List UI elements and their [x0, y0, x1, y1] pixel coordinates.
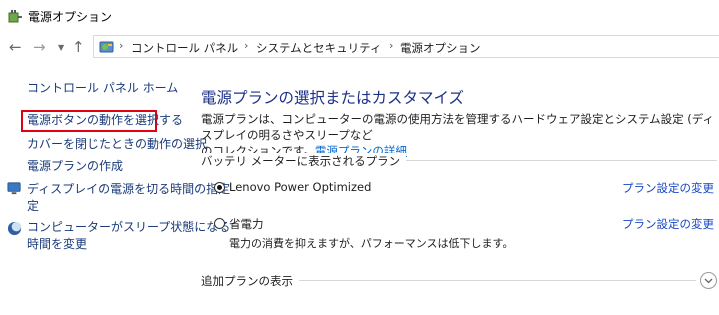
breadcrumb-separator-icon: › [119, 39, 124, 52]
breadcrumb-separator-icon: › [244, 39, 249, 52]
plan-name-power-saver[interactable]: 省電力 [229, 216, 264, 232]
breadcrumb-separator-icon: › [389, 39, 394, 52]
sidebar-item-create-plan[interactable]: 電源プランの作成 [27, 158, 123, 175]
sidebar-item-power-button[interactable]: 電源ボタンの動作を選択する [27, 112, 183, 129]
show-more-plans-label[interactable]: 追加プランの表示 [201, 273, 299, 289]
breadcrumb-system-security[interactable]: システムとセキュリティ [256, 40, 381, 56]
sidebar-control-panel-home[interactable]: コントロール パネル ホーム [27, 80, 178, 97]
change-plan-settings-link[interactable]: プラン設定の変更 [622, 180, 714, 196]
display-icon [7, 182, 21, 195]
description: 電源プランは、コンピューターの電源の使用方法を管理するハードウェア設定とシステム… [201, 111, 717, 159]
sidebar-item-display-off[interactable]: ディスプレイの電源を切る時間の指定 [27, 181, 230, 198]
battery-meter-group-label: バッテリ メーターに表示されるプラン [201, 153, 407, 169]
address-bar[interactable]: › コントロール パネル › システムとセキュリティ › 電源オプション [93, 35, 719, 58]
sidebar-item-lid-action[interactable]: カバーを閉じたときの動作の選択 [27, 136, 207, 153]
expand-more-plans-button[interactable] [700, 272, 717, 289]
plan-desc-power-saver: 電力の消費を抑えますが、パフォーマンスは低下します。 [229, 237, 514, 250]
change-plan-settings-link[interactable]: プラン設定の変更 [622, 216, 714, 232]
sidebar-item-display-off-cont[interactable]: 定 [27, 198, 39, 215]
page-title: 電源プランの選択またはカスタマイズ [201, 89, 465, 107]
power-options-icon [8, 10, 22, 23]
sidebar-item-sleep-time[interactable]: コンピューターがスリープ状態になる [27, 219, 230, 236]
breadcrumb-control-panel[interactable]: コントロール パネル [131, 40, 238, 56]
description-line1: 電源プランは、コンピューターの電源の使用方法を管理するハードウェア設定とシステム… [201, 112, 714, 142]
forward-arrow-icon[interactable]: → [33, 39, 46, 55]
moon-icon [7, 221, 22, 236]
chevron-down-icon [704, 278, 713, 284]
window-title: 電源オプション [28, 10, 113, 24]
back-arrow-icon[interactable]: ← [9, 39, 22, 55]
plan-radio-power-saver[interactable] [214, 218, 225, 229]
control-panel-icon [99, 41, 114, 53]
plan-radio-lenovo[interactable] [214, 182, 225, 193]
recent-locations-chevron-icon[interactable]: ▼ [58, 40, 64, 56]
up-arrow-icon[interactable]: ↑ [72, 39, 85, 55]
breadcrumb-power-options[interactable]: 電源オプション [400, 40, 481, 56]
title-bar: 電源オプション [0, 0, 719, 31]
navigation-bar: ← → ▼ ↑ › コントロール パネル › システムとセキュリティ › 電源オ… [0, 31, 719, 64]
sidebar-item-sleep-time-cont[interactable]: 時間を変更 [27, 236, 87, 253]
plan-name-lenovo[interactable]: Lenovo Power Optimized [229, 180, 371, 194]
